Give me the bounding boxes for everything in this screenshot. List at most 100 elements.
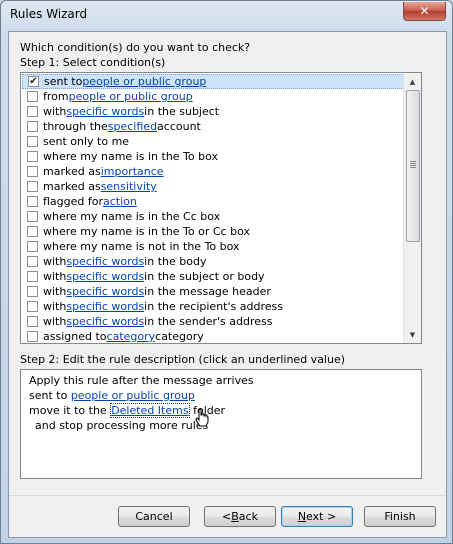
condition-checkbox[interactable] [27, 121, 38, 132]
window-title: Rules Wizard [10, 7, 88, 21]
condition-checkbox[interactable] [27, 331, 38, 342]
next-button[interactable]: Next > [281, 506, 353, 527]
condition-checkbox[interactable] [27, 241, 38, 252]
finish-button[interactable]: Finish [364, 506, 436, 527]
condition-text: with [43, 300, 67, 313]
title-bar: Rules Wizard ✕ [1, 1, 452, 31]
condition-text: with [43, 285, 67, 298]
condition-link[interactable]: action [103, 195, 137, 208]
condition-text: where my name is in the Cc box [43, 210, 221, 223]
condition-link[interactable]: category [107, 330, 156, 343]
condition-text: with [43, 255, 67, 268]
description-line-1: Apply this rule after the message arrive… [29, 374, 254, 387]
condition-link[interactable]: specific words [66, 300, 144, 313]
condition-link[interactable]: people or public group [82, 75, 206, 88]
condition-text-suffix: in the sender's address [144, 315, 273, 328]
scroll-up-arrow-icon[interactable]: ▲ [404, 73, 421, 90]
scroll-thumb[interactable] [406, 90, 420, 242]
condition-text: with [43, 315, 67, 328]
condition-text: sent to [44, 75, 83, 88]
condition-row[interactable]: with specific words in the message heade… [21, 284, 404, 299]
condition-row[interactable]: with specific words in the recipient's a… [21, 299, 404, 314]
condition-text-suffix: in the recipient's address [144, 300, 283, 313]
close-button[interactable]: ✕ [403, 2, 446, 21]
people-or-public-group-link[interactable]: people or public group [71, 389, 195, 402]
conditions-scrollbar[interactable]: ▲ ▼ [403, 73, 421, 343]
separator [9, 495, 446, 496]
condition-row[interactable]: where my name is in the Cc box [21, 209, 404, 224]
condition-text: where my name is not in the To box [43, 240, 240, 253]
condition-text-suffix: in the message header [144, 285, 271, 298]
condition-text: from [43, 90, 69, 103]
condition-link[interactable]: specified [108, 120, 157, 133]
condition-checkbox[interactable] [27, 91, 38, 102]
deleted-items-link[interactable]: Deleted Items [110, 403, 190, 418]
rules-wizard-window: Rules Wizard ✕ Which condition(s) do you… [0, 0, 453, 544]
condition-text: marked as [43, 180, 101, 193]
condition-row[interactable]: with specific words in the subject or bo… [21, 269, 404, 284]
condition-checkbox[interactable]: ✔ [28, 76, 39, 87]
step1-label: Step 1: Select condition(s) [20, 56, 166, 69]
condition-link[interactable]: specific words [66, 255, 144, 268]
description-line-2: sent to people or public group [29, 389, 195, 402]
condition-row[interactable]: assigned to category category [21, 329, 404, 343]
rule-description-box: Apply this rule after the message arrive… [20, 369, 422, 479]
condition-link[interactable]: importance [101, 165, 164, 178]
cancel-button[interactable]: Cancel [118, 506, 190, 527]
condition-text: through the [43, 120, 108, 133]
condition-checkbox[interactable] [27, 271, 38, 282]
condition-text: assigned to [43, 330, 107, 343]
condition-checkbox[interactable] [27, 316, 38, 327]
condition-checkbox[interactable] [27, 211, 38, 222]
condition-link[interactable]: specific words [66, 315, 144, 328]
condition-link[interactable]: specific words [66, 285, 144, 298]
condition-checkbox[interactable] [27, 226, 38, 237]
dialog-body: Which condition(s) do you want to check?… [8, 31, 447, 538]
condition-row[interactable]: where my name is in the To or Cc box [21, 224, 404, 239]
condition-link[interactable]: people or public group [69, 90, 193, 103]
condition-text: where my name is in the To box [43, 150, 219, 163]
scroll-down-arrow-icon[interactable]: ▼ [404, 326, 421, 343]
condition-text-suffix: account [157, 120, 201, 133]
condition-link[interactable]: sensitivity [101, 180, 157, 193]
condition-text: with [43, 270, 67, 283]
condition-checkbox[interactable] [27, 136, 38, 147]
condition-row[interactable]: marked as sensitivity [21, 179, 404, 194]
condition-checkbox[interactable] [27, 256, 38, 267]
description-line-4: and stop processing more rules [35, 419, 209, 432]
condition-row[interactable]: with specific words in the body [21, 254, 404, 269]
condition-row[interactable]: sent only to me [21, 134, 404, 149]
condition-row[interactable]: flagged for action [21, 194, 404, 209]
condition-checkbox[interactable] [27, 181, 38, 192]
condition-text: sent only to me [43, 135, 130, 148]
condition-text-suffix: in the subject [144, 105, 220, 118]
condition-row[interactable]: where my name is in the To box [21, 149, 404, 164]
condition-row[interactable]: through the specified account [21, 119, 404, 134]
question-label: Which condition(s) do you want to check? [20, 41, 251, 54]
condition-checkbox[interactable] [27, 166, 38, 177]
hand-pointer-icon [195, 408, 209, 427]
conditions-list[interactable]: ✔ sent to people or public group from peop… [20, 72, 422, 344]
condition-checkbox[interactable] [27, 106, 38, 117]
condition-row[interactable]: where my name is not in the To box [21, 239, 404, 254]
condition-text: marked as [43, 165, 101, 178]
condition-checkbox[interactable] [27, 196, 38, 207]
condition-row[interactable]: with specific words in the subject [21, 104, 404, 119]
step2-label: Step 2: Edit the rule description (click… [20, 353, 346, 366]
condition-text-suffix: in the body [144, 255, 207, 268]
condition-link[interactable]: specific words [66, 270, 144, 283]
condition-text: where my name is in the To or Cc box [43, 225, 250, 238]
condition-row[interactable]: from people or public group [21, 89, 404, 104]
condition-checkbox[interactable] [27, 301, 38, 312]
back-button[interactable]: < Back [204, 506, 276, 527]
condition-checkbox[interactable] [27, 151, 38, 162]
condition-row[interactable]: ✔ sent to people or public group [22, 74, 404, 89]
condition-text: with [43, 105, 67, 118]
condition-row[interactable]: with specific words in the sender's addr… [21, 314, 404, 329]
condition-row[interactable]: marked as importance [21, 164, 404, 179]
condition-checkbox[interactable] [27, 286, 38, 297]
condition-text: flagged for [43, 195, 104, 208]
condition-link[interactable]: specific words [66, 105, 144, 118]
condition-text-suffix: in the subject or body [144, 270, 265, 283]
close-icon: ✕ [419, 4, 430, 18]
